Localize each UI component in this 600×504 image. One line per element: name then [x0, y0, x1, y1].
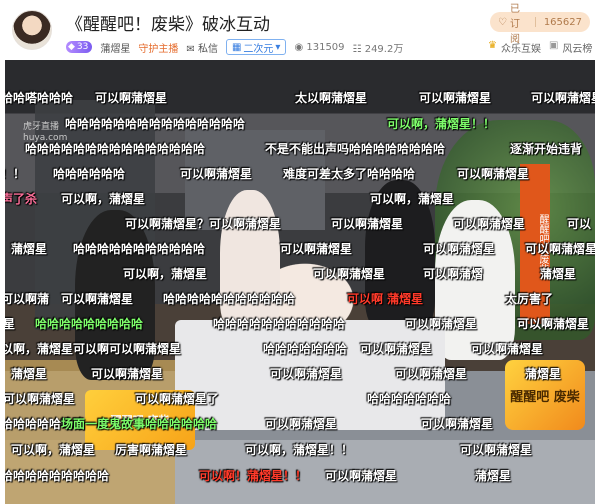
danmaku-comment: 可以啊蒲熠星: [531, 91, 595, 105]
danmaku-comment: 可以啊蒲熠星: [61, 292, 134, 306]
subscribe-divider: [535, 17, 536, 27]
danmaku-comment: 可以啊蒲熠星: [91, 367, 164, 381]
popularity-value: 249.2万: [364, 43, 404, 55]
danmaku-comment: 可以啊蒲熠星: [280, 242, 353, 256]
category-dropdown[interactable]: ▦ 二次元 ▾: [225, 39, 287, 55]
danmaku-comment: 太厉害了: [505, 292, 554, 306]
eye-icon: ◉: [294, 41, 304, 53]
danmaku-comment: 不是不能出声吗哈哈哈哈哈哈哈哈: [265, 142, 446, 156]
danmaku-comment: 可以啊蒲熠星: [95, 91, 168, 105]
danmaku-comment: 哈哈哈哈哈哈: [53, 167, 126, 181]
danmaku-comment: 可以啊，蒲熠星！！: [387, 117, 496, 131]
danmaku-comment: 哈哈哈哈哈哈哈哈哈: [35, 317, 144, 331]
danmaku-comment: 可以啊蒲熠星: [423, 242, 496, 256]
danmaku-comment: 可以啊蒲熠星？可以啊蒲熠星: [125, 217, 282, 231]
danmaku-comment: 可以啊蒲熠星: [360, 342, 433, 356]
group-icon: ♛: [488, 40, 497, 51]
grid-icon: ▦: [231, 41, 242, 53]
danmaku-comment: 可以啊，蒲熠星: [61, 192, 146, 206]
people-icon: ☷: [352, 43, 362, 55]
tag-group[interactable]: 众乐互娱: [501, 40, 541, 55]
level-badge: ◆ 33: [66, 41, 93, 53]
guest-2: [220, 190, 280, 330]
danmaku-comment: 哈哈哈哈哈哈哈哈哈哈哈: [163, 292, 296, 306]
danmaku-comment: 蒲熠星: [525, 367, 562, 381]
danmaku-comment: 可以啊蒲熠星: [471, 342, 544, 356]
room-title: 《醒醒吧！废柴》破冰互动: [66, 15, 270, 35]
danmaku-comment: 哈哈哈哈哈哈哈哈哈哈哈: [73, 242, 206, 256]
private-message-button[interactable]: ✉ 私信: [186, 40, 218, 55]
danmaku-comment: 可以啊蒲熠星: [457, 167, 530, 181]
danmaku-comment: 可以啊！蒲熠星！！: [199, 469, 308, 483]
danmaku-comment: 哈哈哈哈哈哈哈: [367, 392, 452, 406]
danmaku-comment: 逐渐开始违背: [510, 142, 583, 156]
danmaku-comment: 可以啊蒲熠星: [421, 417, 494, 431]
danmaku-comment: 蒲熠星: [11, 242, 48, 256]
danmaku-comment: 可以啊，蒲熠星: [11, 443, 96, 457]
danmaku-comment: 可以啊蒲熠星: [180, 167, 253, 181]
category-label: 二次元: [243, 43, 274, 55]
ranking-icon: ▣: [548, 40, 559, 51]
tag-ranking[interactable]: 风云榜: [562, 40, 592, 55]
danmaku-comment: 可以啊蒲熠星: [265, 417, 338, 431]
danmaku-comment: 蒲熠星: [475, 469, 512, 483]
danmaku-comment: 哈哈哈哈哈哈哈哈哈哈哈哈哈哈哈: [25, 142, 206, 156]
danmaku-comment: 可以啊蒲: [5, 292, 50, 306]
danmaku-comment: 场面一度鬼故事哈哈哈哈哈哈: [61, 417, 218, 431]
danmaku-comment: 可以: [567, 217, 592, 231]
danmaku-comment: 可以啊蒲熠星: [460, 443, 533, 457]
room-header: 《醒醒吧！废柴》破冰互动 ◆ 33 蒲熠星 守护主播 ✉ 私信 ▦ 二次元 ▾ …: [0, 0, 600, 60]
danmaku-comment: 哈哈哈哈哈哈哈: [263, 342, 348, 356]
danmaku-comment: 蒲熠星: [11, 367, 48, 381]
danmaku-comment: 可以啊蒲熠星: [405, 317, 478, 331]
video-player[interactable]: 醒醒吧！废柴 醒醒吧 废柴 醒醒吧 废柴 虎牙直播 huya.com 哈哈嗒哈哈…: [5, 60, 595, 504]
danmaku-comment: 哈哈哈哈哈哈哈哈哈: [5, 469, 110, 483]
danmaku-comment: 哈哈哈哈哈哈哈哈哈哈哈: [213, 317, 346, 331]
danmaku-comment: 可以啊蒲熠星: [270, 367, 343, 381]
danmaku-comment: 可以啊蒲熠星: [5, 392, 76, 406]
private-message-label: 私信: [197, 43, 218, 55]
subscribe-label: 已订阅: [509, 3, 520, 45]
danmaku-comment: 星: [5, 317, 16, 331]
danmaku-comment: 可以啊，蒲熠星: [370, 192, 455, 206]
danmaku-comment: 可以啊 蒲熠星: [347, 292, 424, 306]
danmaku-comment: 可以啊蒲熠星: [395, 367, 468, 381]
view-count-value: 131509: [306, 41, 345, 53]
danmaku-comment: 可以啊蒲熠星: [325, 469, 398, 483]
danmaku-comment: 可以啊，蒲熠星！！: [245, 443, 354, 457]
view-count: ◉ 131509: [294, 42, 344, 53]
subscribe-button[interactable]: ♡ 已订阅 165627: [490, 4, 590, 45]
room-meta: ◆ 33 蒲熠星 守护主播 ✉ 私信 ▦ 二次元 ▾ ◉ 131509 ☷ 24…: [66, 39, 411, 55]
danmaku-comment: 可以啊蒲熠星了: [135, 392, 220, 406]
guard-streamer-link[interactable]: 守护主播: [138, 40, 178, 55]
danmaku-comment: 太以啊蒲熠星: [295, 91, 368, 105]
danmaku-comment: 可以啊，蒲熠星: [123, 267, 208, 281]
danmaku-comment: ！！: [5, 167, 26, 181]
chevron-down-icon: ▾: [275, 41, 281, 53]
danmaku-comment: 声了杀: [5, 192, 38, 206]
danmaku-comment: 可以啊蒲熠星: [525, 242, 595, 256]
room-tags: ♛ 众乐互娱 ▣ 风云榜: [488, 40, 596, 55]
subscribe-count: 165627: [543, 16, 582, 28]
streamer-avatar[interactable]: [12, 10, 52, 50]
danmaku-comment: 厉害啊蒲熠星: [115, 443, 188, 457]
danmaku-comment: 可以啊蒲熠: [423, 267, 484, 281]
danmaku-comment: 可以啊蒲熠星: [419, 91, 492, 105]
diamond-icon: ◆: [68, 42, 75, 52]
danmaku-comment: 可以啊蒲熠星: [331, 217, 404, 231]
danmaku-comment: 哈哈哈哈哈哈哈哈哈哈哈哈哈哈哈: [65, 117, 246, 131]
danmaku-comment: 可以啊蒲熠星: [453, 217, 526, 231]
danmaku-comment: 蒲熠星: [540, 267, 577, 281]
popularity-count: ☷ 249.2万: [353, 40, 404, 55]
danmaku-comment: 哈哈嗒哈哈哈: [5, 91, 74, 105]
watermark-text: 虎牙直播: [23, 122, 60, 132]
heart-icon: ♡: [498, 16, 507, 28]
danmaku-comment: 难度可差太多了哈哈哈哈: [283, 167, 416, 181]
danmaku-comment: 以啊，蒲熠星可以啊可以啊蒲熠星: [5, 342, 182, 356]
danmaku-comment: 可以啊蒲熠星: [517, 317, 590, 331]
danmaku-comment: 可以啊蒲熠星: [313, 267, 386, 281]
envelope-icon: ✉: [186, 43, 195, 55]
streamer-name[interactable]: 蒲熠星: [100, 40, 130, 55]
level-number: 33: [76, 42, 89, 52]
